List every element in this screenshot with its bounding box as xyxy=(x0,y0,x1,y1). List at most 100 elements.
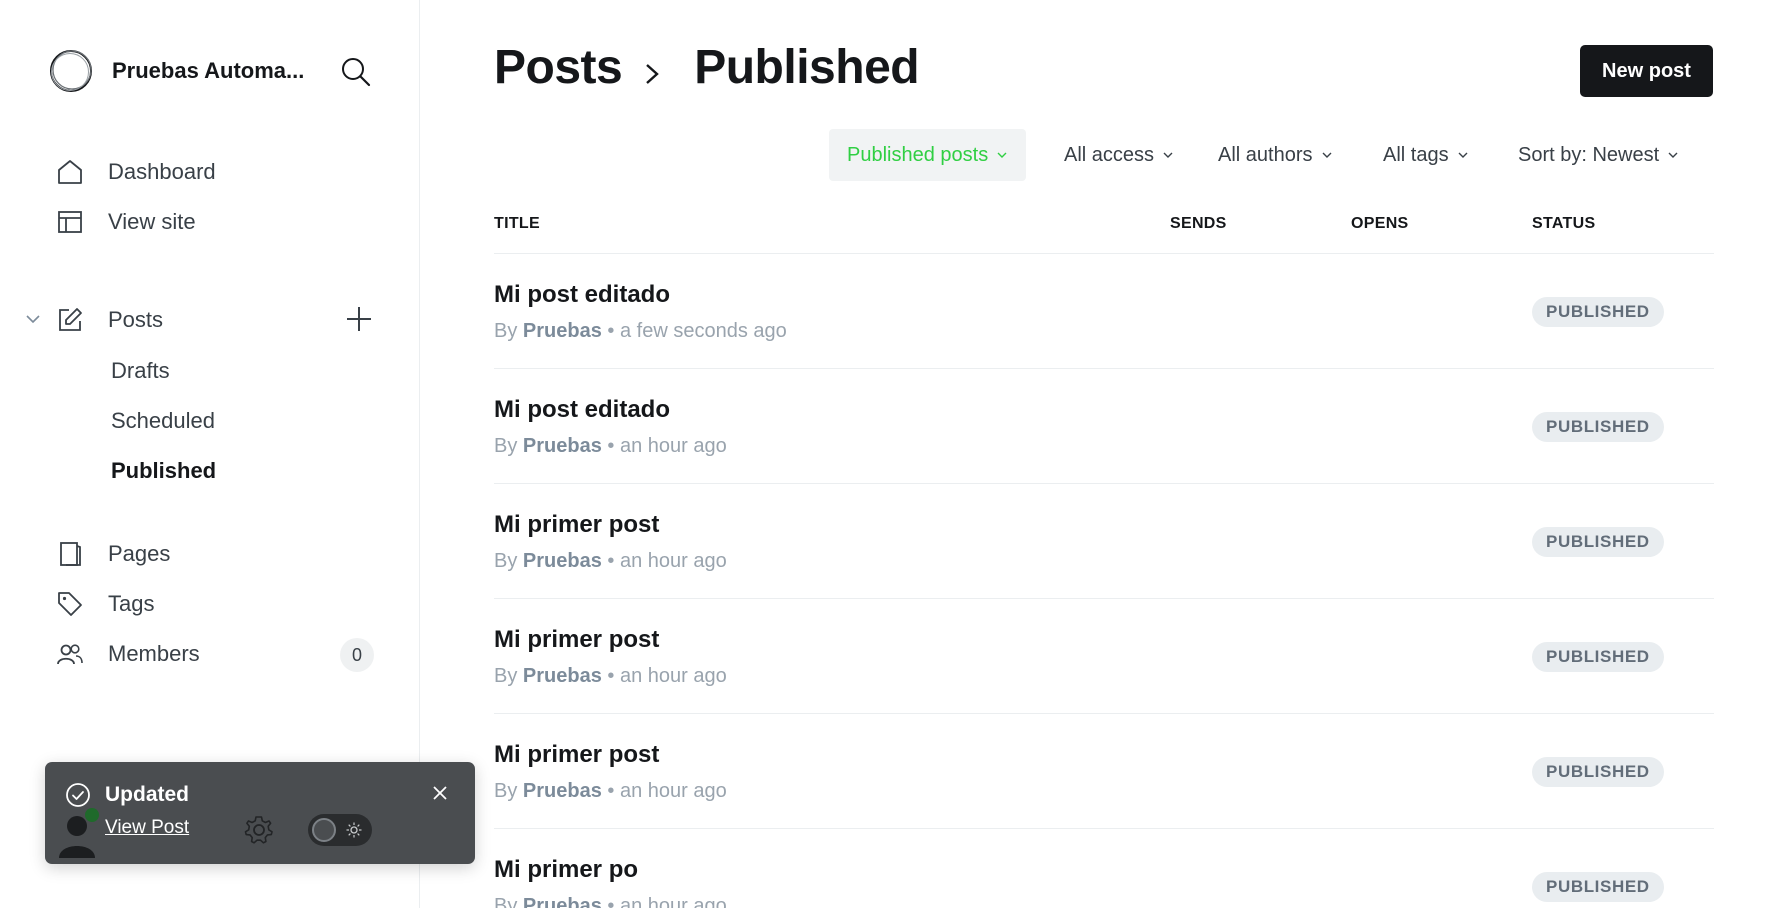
filter-type-dropdown[interactable]: Published posts xyxy=(829,129,1027,181)
table-row[interactable]: Mi post editado By Pruebas • an hour ago… xyxy=(494,369,1714,484)
filter-authors-label: All authors xyxy=(1218,143,1313,166)
post-author: Pruebas xyxy=(522,320,602,342)
gear-icon[interactable] xyxy=(243,814,275,846)
meta-by: By xyxy=(494,780,518,802)
post-time: • a few seconds ago xyxy=(607,320,787,342)
breadcrumb-posts[interactable]: Posts xyxy=(494,40,623,95)
table-row[interactable]: Mi primer post By Pruebas • an hour ago … xyxy=(494,599,1714,714)
online-status-dot xyxy=(85,808,99,822)
nav-pages[interactable]: Pages xyxy=(56,534,170,574)
nav-posts[interactable]: Posts xyxy=(56,300,163,340)
table-row[interactable]: Mi primer po By Pruebas • an hour ago PU… xyxy=(494,829,1714,908)
filter-access-label: All access xyxy=(1064,143,1155,166)
toggle-knob xyxy=(312,818,336,842)
chevron-down-icon xyxy=(1163,152,1173,158)
post-time: • an hour ago xyxy=(607,665,727,687)
meta-by: By xyxy=(494,895,518,908)
nav-view-site[interactable]: View site xyxy=(56,202,196,242)
site-name: Pruebas Automa... xyxy=(112,58,305,83)
meta-by: By xyxy=(494,435,518,457)
post-author: Pruebas xyxy=(522,780,602,802)
nav-pages-label: Pages xyxy=(108,541,171,566)
chevron-down-icon[interactable] xyxy=(24,310,42,328)
post-title: Mi primer post xyxy=(494,511,660,538)
filter-authors-dropdown[interactable]: All authors xyxy=(1200,129,1351,181)
post-title: Mi primer po xyxy=(494,856,639,883)
sun-icon xyxy=(346,822,362,838)
nav-posts-drafts[interactable]: Drafts xyxy=(111,354,170,388)
post-title: Mi primer post xyxy=(494,626,660,653)
edit-icon xyxy=(56,306,84,334)
table-row[interactable]: Mi post editado By Pruebas • a few secon… xyxy=(494,254,1714,369)
post-title: Mi primer post xyxy=(494,741,660,768)
post-time: • an hour ago xyxy=(607,550,727,572)
status-badge: PUBLISHED xyxy=(1532,412,1664,442)
post-title: Mi post editado xyxy=(494,396,670,423)
search-icon[interactable] xyxy=(340,56,372,88)
post-author: Pruebas xyxy=(522,550,602,572)
check-circle-icon xyxy=(66,783,90,807)
nav-view-site-label: View site xyxy=(108,209,196,234)
nav-tags[interactable]: Tags xyxy=(56,584,154,624)
post-time: • an hour ago xyxy=(607,435,727,457)
new-post-button[interactable]: New post xyxy=(1580,45,1713,97)
status-badge: PUBLISHED xyxy=(1532,642,1664,672)
site-logo-icon xyxy=(50,50,92,92)
post-time: • an hour ago xyxy=(607,780,727,802)
status-badge: PUBLISHED xyxy=(1532,527,1664,557)
view-post-link[interactable]: View Post xyxy=(105,817,189,839)
column-header-opens: OPENS xyxy=(1351,215,1409,232)
members-icon xyxy=(56,640,84,668)
table-row[interactable]: Mi primer post By Pruebas • an hour ago … xyxy=(494,484,1714,599)
site-brand[interactable]: Pruebas Automa... xyxy=(48,48,312,94)
post-meta: By Pruebas • an hour ago xyxy=(494,435,727,458)
nav-posts-scheduled[interactable]: Scheduled xyxy=(111,404,215,438)
chevron-down-icon xyxy=(1322,152,1331,158)
members-count-badge: 0 xyxy=(340,638,374,672)
nav-dashboard[interactable]: Dashboard xyxy=(56,152,216,192)
page-title: Published xyxy=(694,41,920,94)
chevron-down-icon xyxy=(1668,152,1678,158)
column-header-sends: SENDS xyxy=(1170,215,1227,232)
column-header-status: STATUS xyxy=(1532,215,1596,232)
nav-members-label: Members xyxy=(108,641,200,666)
post-meta: By Pruebas • an hour ago xyxy=(494,550,727,573)
table-row[interactable]: Mi primer post By Pruebas • an hour ago … xyxy=(494,714,1714,829)
status-badge: PUBLISHED xyxy=(1532,297,1664,327)
meta-by: By xyxy=(494,665,518,687)
post-author: Pruebas xyxy=(522,435,602,457)
filter-type-label: Published posts xyxy=(847,143,989,166)
tag-icon xyxy=(56,590,84,618)
home-icon xyxy=(56,158,84,186)
meta-by: By xyxy=(494,320,518,342)
breadcrumb: Posts Published xyxy=(494,40,920,95)
filter-access-dropdown[interactable]: All access xyxy=(1046,129,1192,181)
chevron-right-icon xyxy=(646,63,660,84)
nav-members[interactable]: Members xyxy=(56,634,200,674)
post-meta: By Pruebas • an hour ago xyxy=(494,665,727,688)
status-badge: PUBLISHED xyxy=(1532,757,1664,787)
nav-tags-label: Tags xyxy=(108,591,155,616)
post-title: Mi post editado xyxy=(494,281,670,308)
theme-toggle[interactable] xyxy=(308,814,372,846)
chevron-down-icon xyxy=(997,152,1007,158)
post-time: • an hour ago xyxy=(607,895,727,908)
filter-tags-dropdown[interactable]: All tags xyxy=(1365,129,1487,181)
nav-posts-published[interactable]: Published xyxy=(111,454,216,488)
sort-label: Sort by: Newest xyxy=(1518,143,1660,166)
page-icon xyxy=(56,540,84,568)
filter-tags-label: All tags xyxy=(1383,143,1449,166)
meta-by: By xyxy=(494,550,518,572)
post-meta: By Pruebas • a few seconds ago xyxy=(494,320,787,343)
plus-icon[interactable] xyxy=(344,304,374,334)
post-author: Pruebas xyxy=(522,895,602,908)
chevron-down-icon xyxy=(1458,152,1468,158)
sort-dropdown[interactable]: Sort by: Newest xyxy=(1500,129,1697,181)
post-meta: By Pruebas • an hour ago xyxy=(494,895,727,908)
nav-posts-label: Posts xyxy=(108,307,164,332)
toast-title: Updated xyxy=(105,783,189,806)
nav-dashboard-label: Dashboard xyxy=(108,159,216,184)
update-toast: Updated View Post xyxy=(45,762,475,864)
layout-icon xyxy=(56,208,84,236)
close-icon[interactable] xyxy=(429,782,451,804)
